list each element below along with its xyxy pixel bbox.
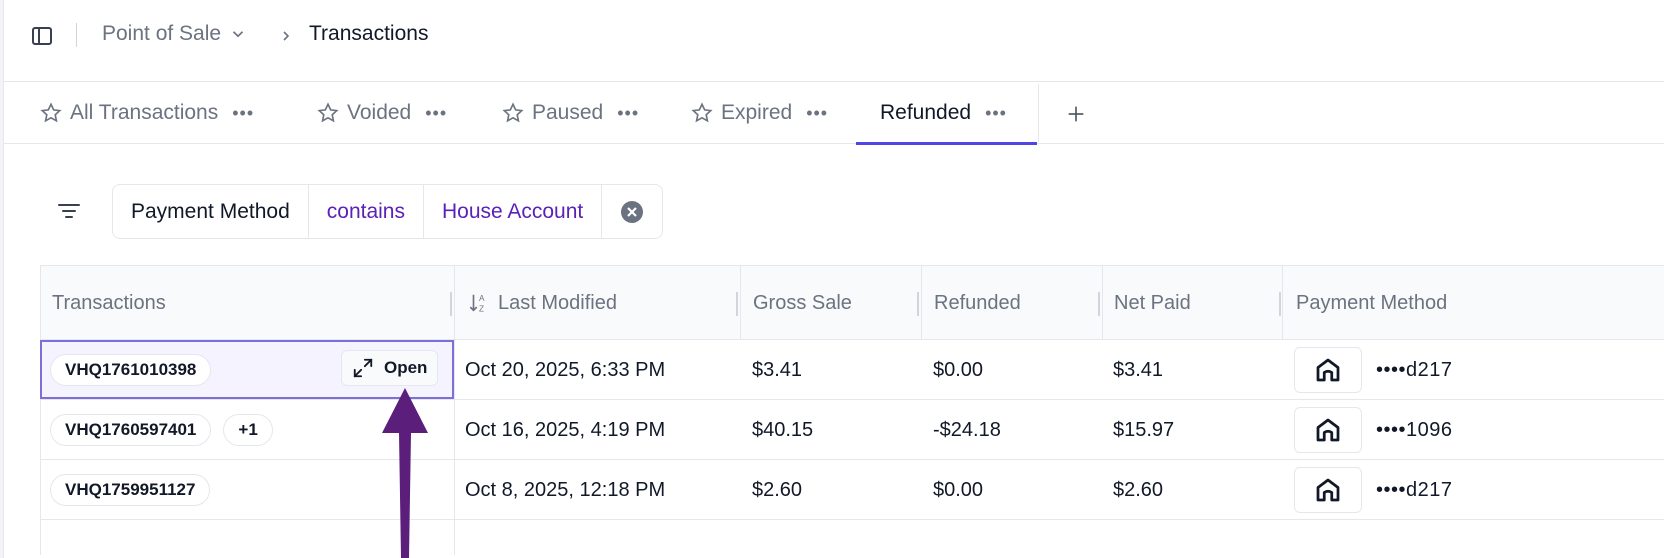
svg-text:A: A [479, 294, 485, 303]
tab-voided[interactable]: Voided ••• [317, 82, 447, 144]
tab-more-icon[interactable]: ••• [425, 103, 447, 124]
net-paid-cell: $15.97 [1113, 418, 1175, 441]
tab-label: Paused [532, 101, 604, 124]
last-modified-cell: Oct 8, 2025, 12:18 PM [465, 478, 666, 501]
clear-filter-icon[interactable] [602, 185, 662, 238]
star-icon[interactable] [40, 102, 62, 124]
annotation-arrow-up [382, 388, 428, 558]
card-last-digits: ••••d217 [1376, 478, 1453, 501]
house-icon [1294, 347, 1362, 393]
svg-text:Z: Z [479, 304, 484, 313]
house-icon [1294, 467, 1362, 513]
column-resize-handle[interactable] [450, 292, 452, 316]
extra-count-badge[interactable]: +1 [223, 414, 273, 446]
tab-label: All Transactions [70, 101, 219, 124]
filter-lines-icon[interactable] [56, 199, 82, 223]
column-resize-handle[interactable] [1098, 292, 1100, 316]
tab-expired[interactable]: Expired ••• [691, 82, 828, 144]
payment-method-cell: ••••d217 [1294, 460, 1453, 520]
payment-method-cell: ••••1096 [1294, 400, 1453, 460]
refunded-cell: $0.00 [933, 478, 984, 501]
tab-paused[interactable]: Paused ••• [502, 82, 639, 144]
table-row[interactable]: VHQ1760597401 +1 Oct 16, 2025, 4:19 PM $… [40, 400, 1664, 460]
net-paid-cell: $2.60 [1113, 478, 1164, 501]
open-button-label: Open [384, 358, 428, 377]
house-icon [1294, 407, 1362, 453]
column-header-label: Last Modified [498, 291, 617, 314]
transaction-id-pill[interactable]: VHQ1759951127 [50, 474, 211, 506]
column-separator [1102, 265, 1103, 340]
tab-more-icon[interactable]: ••• [806, 103, 828, 124]
tab-more-icon[interactable]: ••• [232, 103, 254, 124]
table-row[interactable]: VHQ1761010398 Open Oct 20, 2025, 6:33 PM… [40, 340, 1664, 400]
tab-label: Expired [721, 101, 793, 124]
tab-label: Voided [347, 101, 412, 124]
header-divider [76, 23, 77, 47]
tab-refunded[interactable]: Refunded ••• [856, 82, 1037, 145]
net-paid-cell: $3.41 [1113, 358, 1164, 381]
filter-value[interactable]: House Account [424, 185, 603, 238]
transaction-id-pill[interactable]: VHQ1761010398 [50, 354, 212, 386]
column-resize-handle[interactable] [736, 292, 738, 316]
star-icon[interactable] [502, 102, 524, 124]
top-header: Point of Sale Transactions [4, 0, 1664, 82]
gross-sale-cell: $40.15 [752, 418, 814, 441]
tab-more-icon[interactable]: ••• [617, 103, 639, 124]
tab-divider [1038, 84, 1039, 142]
column-separator [740, 265, 741, 340]
transaction-id-cell: VHQ1759951127 [50, 460, 211, 520]
breadcrumb-page: Transactions [309, 22, 429, 45]
column-header-payment-method[interactable]: Payment Method [1296, 266, 1447, 340]
column-header-last-modified[interactable]: A Z Last Modified [468, 266, 617, 340]
card-last-digits: ••••d217 [1376, 358, 1453, 381]
chevron-right-icon [276, 24, 296, 48]
column-separator [921, 265, 922, 340]
tab-more-icon[interactable]: ••• [985, 103, 1007, 124]
filter-operator[interactable]: contains [309, 185, 424, 238]
filter-field[interactable]: Payment Method [113, 185, 309, 238]
column-header-net-paid[interactable]: Net Paid [1114, 266, 1191, 340]
column-header-refunded[interactable]: Refunded [934, 266, 1021, 340]
expand-icon [353, 358, 373, 378]
view-tabs: All Transactions ••• Voided ••• Paused •… [4, 82, 1664, 145]
star-icon[interactable] [317, 102, 339, 124]
gross-sale-cell: $3.41 [752, 358, 803, 381]
column-header-gross-sale[interactable]: Gross Sale [753, 266, 852, 340]
column-header-transactions[interactable]: Transactions [52, 266, 166, 340]
column-resize-handle[interactable] [1279, 292, 1281, 316]
breadcrumb-app[interactable]: Point of Sale [102, 22, 247, 46]
refunded-cell: $0.00 [933, 358, 984, 381]
table-row[interactable]: VHQ1759951127 Oct 8, 2025, 12:18 PM $2.6… [40, 460, 1664, 520]
gross-sale-cell: $2.60 [752, 478, 803, 501]
chevron-down-icon [233, 31, 244, 38]
refunded-cell: -$24.18 [933, 418, 1001, 441]
sidebar-toggle-icon[interactable] [30, 24, 54, 48]
transaction-id-cell: VHQ1760597401 +1 [50, 400, 273, 460]
last-modified-cell: Oct 16, 2025, 4:19 PM [465, 418, 666, 441]
payment-method-cell: ••••d217 [1294, 340, 1453, 400]
card-last-digits: ••••1096 [1376, 418, 1453, 441]
open-button[interactable]: Open [341, 350, 439, 386]
add-tab-icon[interactable] [1062, 100, 1090, 128]
column-separator [1282, 265, 1283, 340]
tab-all-transactions[interactable]: All Transactions ••• [40, 82, 254, 144]
column-resize-handle[interactable] [917, 292, 919, 316]
star-icon[interactable] [691, 102, 713, 124]
filter-chip: Payment Method contains House Account [112, 184, 664, 239]
last-modified-cell: Oct 20, 2025, 6:33 PM [465, 358, 666, 381]
tab-label: Refunded [880, 101, 972, 124]
transaction-id-cell: VHQ1761010398 [50, 340, 212, 400]
sort-az-icon: A Z [469, 294, 485, 313]
breadcrumb-app-label: Point of Sale [102, 22, 222, 45]
transaction-id-pill[interactable]: VHQ1760597401 [50, 414, 212, 446]
table-header: Transactions A Z Last Modified Gross Sal… [40, 265, 1664, 340]
